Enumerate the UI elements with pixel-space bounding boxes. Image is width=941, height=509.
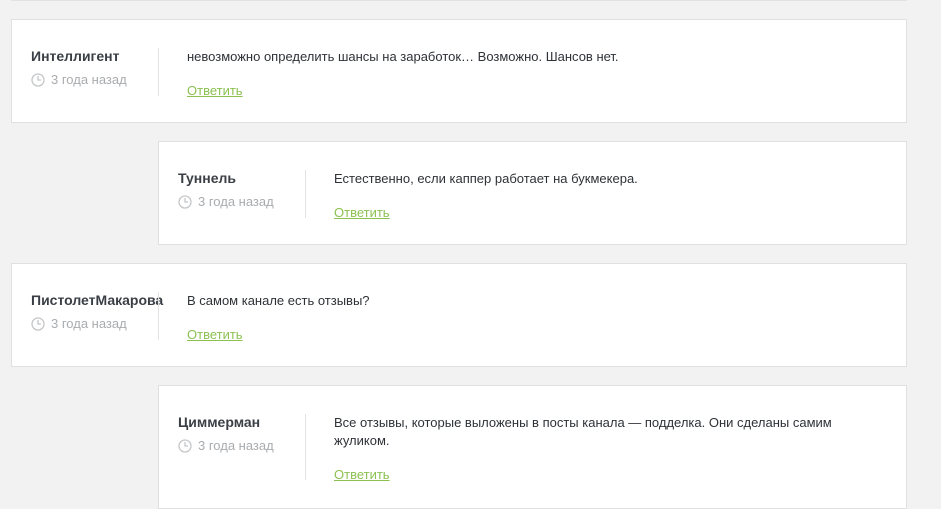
comment-time-label: 3 года назад xyxy=(198,194,274,209)
comment-time: 3 года назад xyxy=(178,194,318,210)
clock-icon xyxy=(178,439,192,453)
comment-text: Все отзывы, которые выложены в посты кан… xyxy=(334,415,832,448)
comment-meta: Циммерман 3 года назад xyxy=(178,414,318,454)
comment-card: ПистолетМакарова 3 года назад В самом ка… xyxy=(11,263,907,367)
comment-body: Естественно, если каппер работает на бук… xyxy=(334,170,846,222)
comment-time: 3 года назад xyxy=(31,72,171,88)
comment-text: невозможно определить шансы на заработок… xyxy=(187,49,619,64)
comment-divider xyxy=(158,48,159,96)
comment-card-reply: Циммерман 3 года назад Все отзывы, котор… xyxy=(158,385,907,509)
comment-card-reply: Туннель 3 года назад Естественно, если к… xyxy=(158,141,907,245)
comment-divider xyxy=(305,170,306,218)
comment-body: невозможно определить шансы на заработок… xyxy=(187,48,846,100)
clock-icon xyxy=(178,195,192,209)
comment-divider xyxy=(305,414,306,480)
reply-link[interactable]: Ответить xyxy=(187,82,243,100)
comment-time-label: 3 года назад xyxy=(51,72,127,87)
comment-text: В самом канале есть отзывы? xyxy=(187,293,370,308)
comment-time: 3 года назад xyxy=(31,316,171,332)
comment-body: В самом канале есть отзывы? Ответить xyxy=(187,292,846,344)
comment-text: Естественно, если каппер работает на бук… xyxy=(334,171,638,186)
comment-meta: Туннель 3 года назад xyxy=(178,170,318,210)
reply-link[interactable]: Ответить xyxy=(334,466,390,484)
comment-divider xyxy=(158,292,159,340)
comment-meta: ПистолетМакарова 3 года назад xyxy=(31,292,171,332)
clock-icon xyxy=(31,317,45,331)
comment-author: Туннель xyxy=(178,170,237,186)
comment-time-label: 3 года назад xyxy=(51,316,127,331)
comment-author: Циммерман xyxy=(178,414,261,430)
comment-body: Все отзывы, которые выложены в посты кан… xyxy=(334,414,846,484)
comment-meta: Интеллигент 3 года назад xyxy=(31,48,171,88)
comment-author: ПистолетМакарова xyxy=(31,292,164,308)
comment-author: Интеллигент xyxy=(31,48,120,64)
reply-link[interactable]: Ответить xyxy=(187,326,243,344)
reply-link[interactable]: Ответить xyxy=(334,204,390,222)
comments-page: Интеллигент 3 года назад невозможно опре… xyxy=(0,0,941,509)
top-divider xyxy=(11,0,907,1)
comment-card: Интеллигент 3 года назад невозможно опре… xyxy=(11,19,907,123)
comment-time-label: 3 года назад xyxy=(198,438,274,453)
comment-time: 3 года назад xyxy=(178,438,318,454)
clock-icon xyxy=(31,73,45,87)
